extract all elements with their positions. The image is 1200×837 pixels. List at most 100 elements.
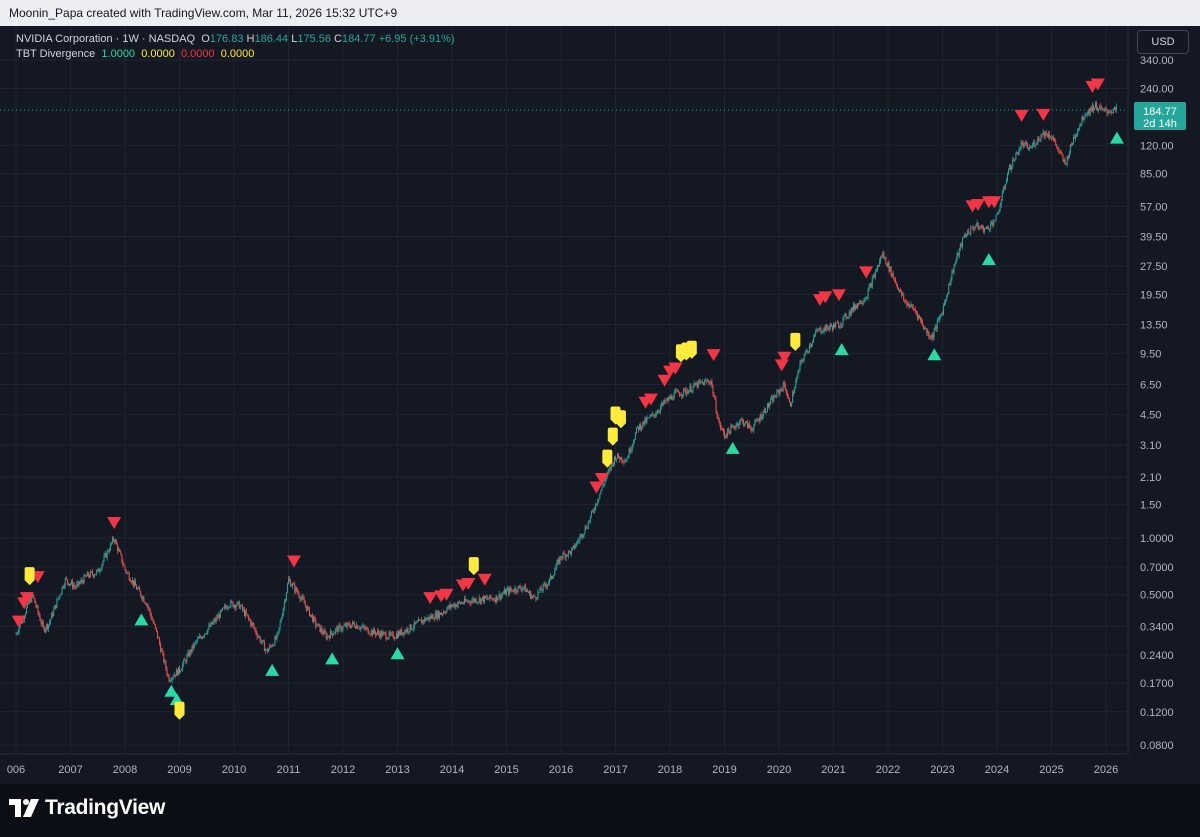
- candle-body: [501, 594, 503, 595]
- candle-body: [67, 582, 69, 586]
- candle-body: [81, 579, 83, 582]
- candle-body: [415, 621, 417, 624]
- candle-body: [263, 642, 265, 652]
- tradingview-logo[interactable]: TradingView: [9, 796, 165, 820]
- candle-body: [676, 390, 678, 392]
- candle-body: [554, 570, 556, 576]
- candle-body: [568, 550, 570, 552]
- candle-body: [1074, 137, 1076, 139]
- candle-body: [1010, 164, 1012, 170]
- candle-body: [957, 253, 959, 256]
- x-tick-label: 2014: [440, 764, 464, 776]
- candle-body: [691, 390, 693, 392]
- candle-body: [919, 317, 921, 321]
- candle-body: [632, 442, 634, 445]
- candle-body: [275, 637, 277, 640]
- candle-body: [686, 391, 688, 394]
- candle-body: [429, 616, 431, 620]
- candle-body: [145, 603, 147, 606]
- candle-body: [223, 607, 225, 609]
- candle-body: [888, 262, 890, 272]
- candle-body: [498, 593, 500, 599]
- candle-body: [302, 596, 304, 600]
- candle-body: [255, 629, 257, 634]
- candle-body: [220, 610, 222, 611]
- price-chart[interactable]: 340.00 240.00 120.00 85.00 57.00 39.50 27.50 19…: [0, 26, 1200, 784]
- candle-body: [163, 652, 165, 663]
- candle-body: [205, 633, 207, 635]
- chart-area[interactable]: 340.00 240.00 120.00 85.00 57.00 39.50 27.50 19…: [0, 26, 1200, 784]
- indicator-legend-row[interactable]: TBT Divergence 1.0000 0.0000 0.0000 0.00…: [16, 47, 455, 62]
- candle-body: [258, 636, 260, 638]
- candle-body: [996, 214, 998, 216]
- candle-body: [75, 586, 77, 588]
- candle-body: [1081, 116, 1083, 125]
- candle-body: [736, 423, 738, 426]
- candle-body: [230, 600, 232, 607]
- candle-body: [672, 399, 674, 401]
- candle-body: [773, 395, 775, 402]
- candle-body: [43, 627, 45, 632]
- candle-body: [584, 526, 586, 534]
- candle-body: [905, 301, 907, 302]
- candle-body: [881, 257, 883, 258]
- candle-body: [173, 674, 175, 677]
- candle-body: [99, 570, 101, 572]
- candle-body: [420, 619, 422, 621]
- candle-body: [690, 385, 692, 392]
- candle-body: [1057, 148, 1059, 149]
- candle-body: [1000, 200, 1002, 206]
- candle-body: [574, 545, 576, 549]
- candle-body: [216, 617, 218, 619]
- candle-body: [945, 299, 947, 303]
- sell-signal-marker: [774, 359, 789, 372]
- candle-body: [742, 420, 744, 426]
- candle-body: [37, 605, 39, 613]
- hidden-divergence-marker: [607, 427, 618, 446]
- candle-body: [203, 636, 205, 637]
- candle-body: [689, 385, 691, 391]
- candle-body: [442, 613, 444, 615]
- candle-body: [782, 382, 784, 391]
- candle-body: [617, 453, 619, 459]
- candle-body: [621, 457, 623, 462]
- candle-body: [121, 554, 123, 563]
- symbol-legend-row[interactable]: NVIDIA Corporation · 1W · NASDAQ O176.83…: [16, 32, 455, 47]
- candle-body: [194, 641, 196, 644]
- candle-body: [475, 598, 477, 603]
- candle-body: [250, 620, 252, 626]
- candle-body: [794, 388, 796, 394]
- candle-body: [276, 633, 278, 640]
- candle-body: [117, 544, 119, 551]
- candle-body: [713, 394, 715, 398]
- candle-body: [969, 233, 971, 235]
- candle-body: [101, 564, 103, 569]
- candle-body: [44, 629, 46, 632]
- candle-body: [111, 538, 113, 543]
- candle-body: [379, 633, 381, 638]
- candle-body: [333, 633, 335, 636]
- candle-body: [153, 623, 155, 625]
- candle-body: [212, 621, 214, 625]
- candle-body: [320, 628, 322, 632]
- currency-button[interactable]: USD: [1137, 30, 1189, 54]
- candle-body: [784, 384, 786, 391]
- candle-body: [1041, 134, 1043, 136]
- candle-body: [416, 621, 418, 623]
- candle-body: [268, 649, 270, 652]
- candle-body: [937, 319, 939, 321]
- candle-body: [890, 266, 892, 276]
- candle-body: [39, 616, 41, 621]
- hidden-divergence-marker: [790, 332, 801, 351]
- candle-body: [507, 588, 509, 591]
- candle-body: [269, 645, 271, 650]
- y-tick-label: 3.10: [1140, 440, 1161, 452]
- buy-signal-marker: [927, 348, 942, 361]
- candle-body: [901, 290, 903, 296]
- candle-body: [154, 624, 156, 628]
- candle-body: [279, 622, 281, 628]
- candle-body: [272, 645, 274, 647]
- candle-body: [965, 234, 967, 236]
- candle-body: [444, 611, 446, 613]
- candle-body: [848, 311, 850, 317]
